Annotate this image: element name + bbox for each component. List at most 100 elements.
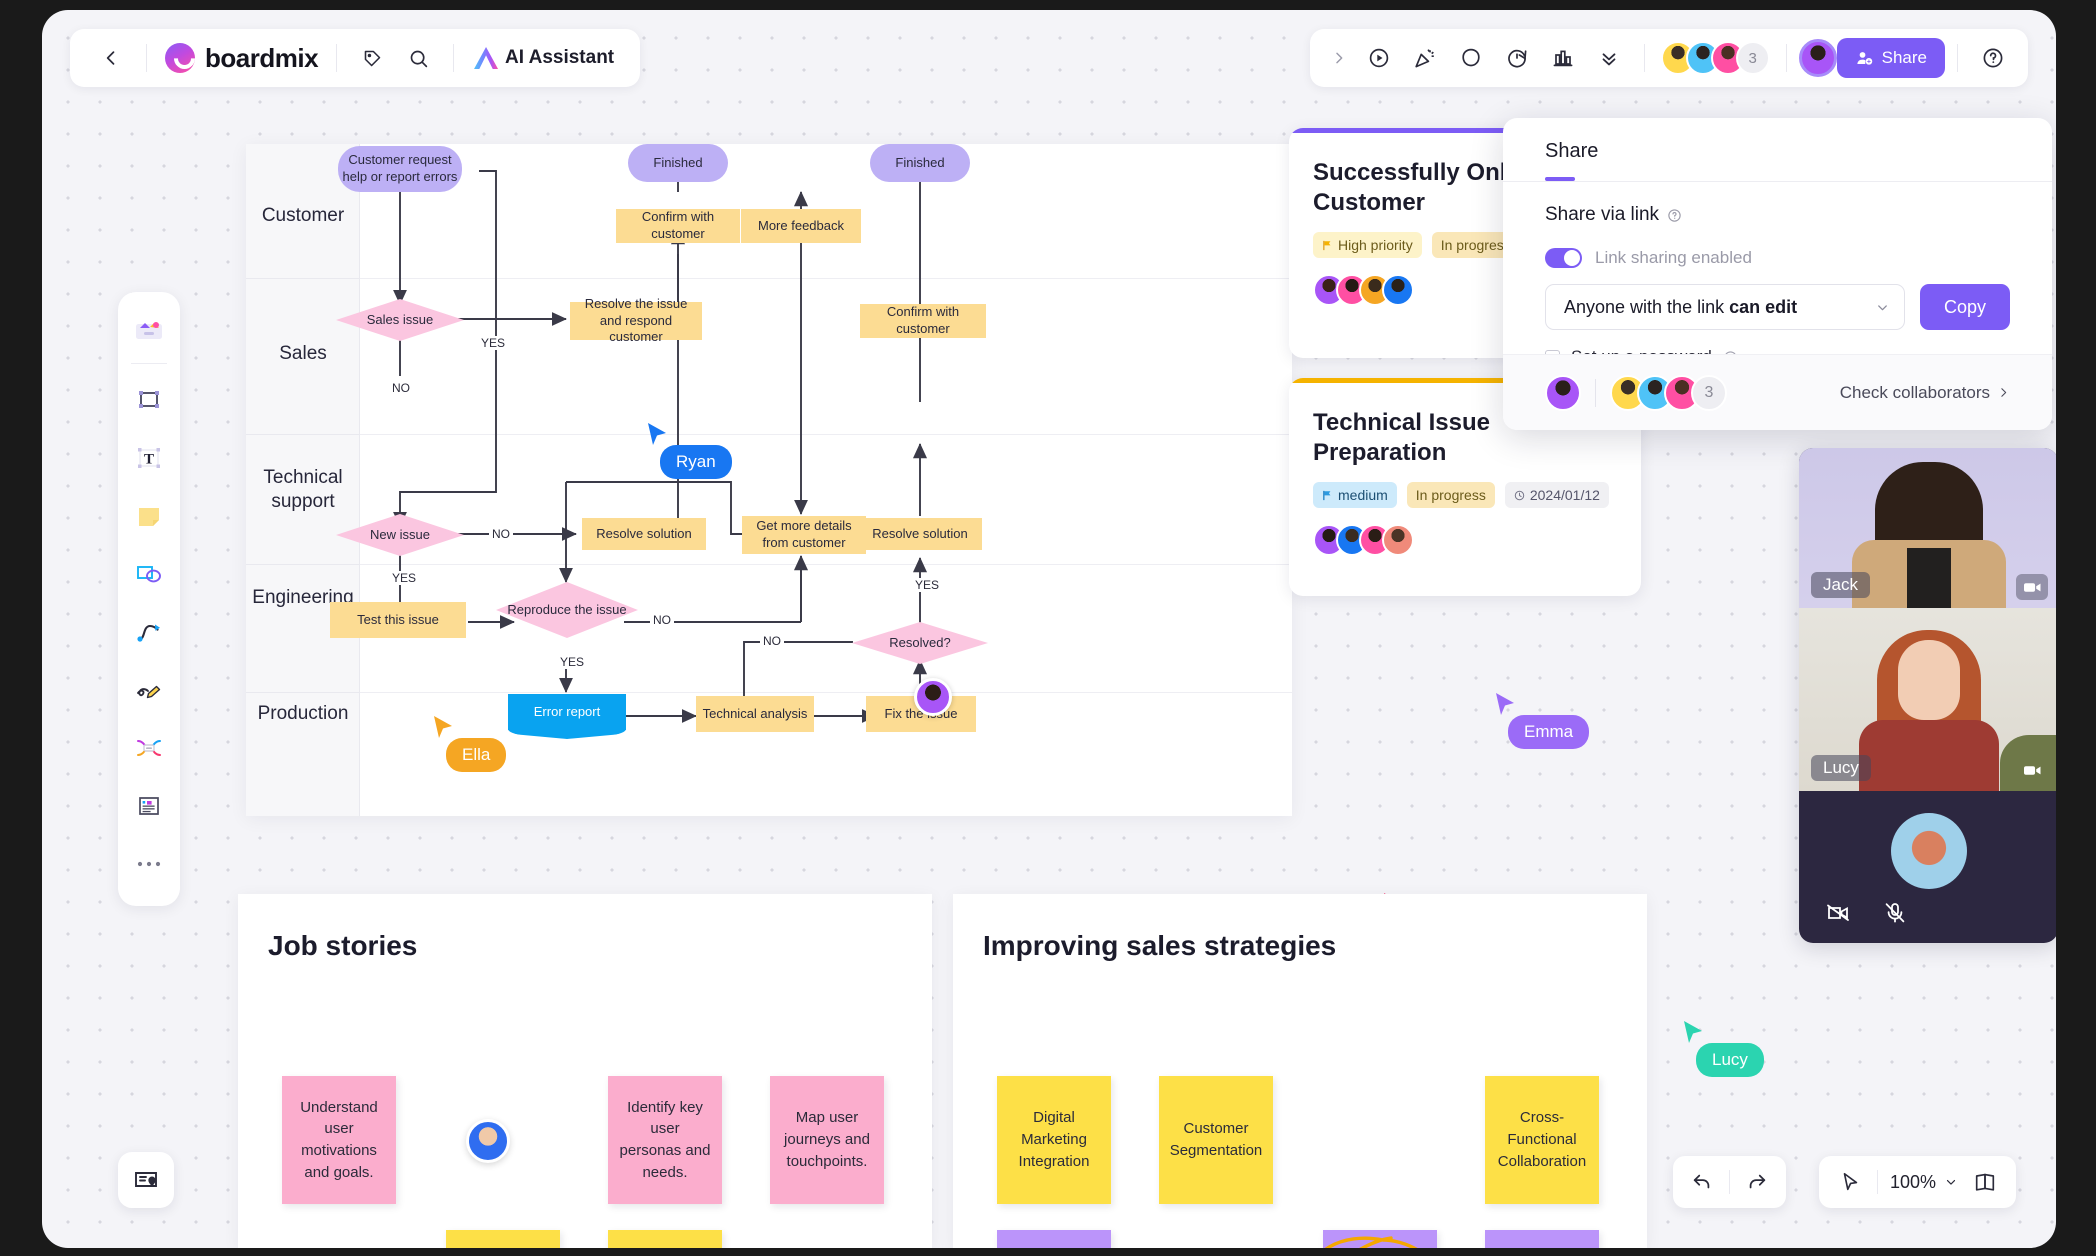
copy-link-button[interactable]: Copy <box>1920 284 2010 330</box>
present-button[interactable] <box>1356 35 1402 81</box>
map-icon <box>1973 1171 1997 1193</box>
video-camera-toggle[interactable] <box>2016 757 2048 783</box>
check-collaborators-link[interactable]: Check collaborators <box>1840 383 2010 403</box>
flow-node-confirm-customer-1[interactable]: Confirm with customer <box>616 209 740 243</box>
flow-node-get-more-details[interactable]: Get more details from customer <box>742 516 866 554</box>
share-button[interactable]: Share <box>1837 38 1945 78</box>
sidebar-item-connector[interactable] <box>123 604 175 660</box>
flow-node-test-this-issue[interactable]: Test this issue <box>330 602 466 638</box>
help-circle-icon <box>1981 46 2005 70</box>
tag-icon <box>362 48 383 69</box>
sidebar-item-text[interactable]: T <box>123 430 175 486</box>
brand-logo-link[interactable]: boardmix <box>159 43 324 74</box>
flow-node-technical-analysis[interactable]: Technical analysis <box>696 696 814 732</box>
board-sales-strategies[interactable]: Improving sales strategies Digital Marke… <box>953 894 1647 1248</box>
expand-toolbar-button[interactable] <box>1322 35 1356 81</box>
share-via-link-text: Share via link <box>1545 204 1659 226</box>
comment-button[interactable] <box>1448 35 1494 81</box>
undo-button[interactable] <box>1681 1161 1723 1203</box>
flag-icon <box>1322 240 1333 251</box>
video-tile-lucy[interactable]: Lucy <box>1799 608 2056 791</box>
map-view-button[interactable] <box>1964 1161 2006 1203</box>
cursor-ryan: Ryan <box>646 422 732 479</box>
sidebar-item-mindmap[interactable] <box>123 720 175 776</box>
flow-node-resolved[interactable]: Resolved? <box>852 622 988 664</box>
sticky-note[interactable]: Identify key user personas and needs. <box>608 1076 722 1204</box>
top-toolbar-right: 3 Share <box>1310 29 2028 87</box>
flow-node-request-help[interactable]: Customer request help or report errors <box>338 146 462 192</box>
toggle-mic-button[interactable] <box>1883 901 1907 930</box>
edge-label-yes-3: YES <box>557 655 587 669</box>
zoom-level-selector[interactable]: 100% <box>1884 1172 1964 1193</box>
flow-node-resolve-solution-1[interactable]: Resolve solution <box>582 518 706 550</box>
sticky-note[interactable]: Iterate and refine job stories. <box>608 1230 722 1248</box>
task-card-avatars <box>1313 524 1617 556</box>
sticky-note[interactable]: Cross-Functional Collaboration <box>1485 1076 1599 1204</box>
video-camera-toggle[interactable] <box>2016 574 2048 600</box>
edge-label-yes-2: YES <box>389 571 419 585</box>
link-sharing-toggle[interactable] <box>1545 248 1582 268</box>
chevron-down-icon <box>1944 1175 1958 1189</box>
present-icon <box>1367 46 1391 70</box>
mindmap-icon <box>133 734 165 762</box>
sticky-note[interactable]: Utilize AI and Analytics <box>1323 1230 1437 1248</box>
cursor-pointer-icon <box>646 422 668 447</box>
sticky-note[interactable]: Customer Segmentation <box>1159 1076 1273 1204</box>
sidebar-item-document[interactable] <box>123 778 175 834</box>
sidebar-item-pen[interactable] <box>123 662 175 718</box>
flow-node-error-report[interactable]: Error report <box>508 694 626 730</box>
video-tile-jack[interactable]: Jack <box>1799 448 2056 608</box>
lane-label-sales: Sales <box>246 342 360 366</box>
vote-button[interactable] <box>1540 35 1586 81</box>
clock-icon <box>1514 490 1525 501</box>
sidebar-item-shapes[interactable] <box>123 546 175 602</box>
more-tools-button[interactable] <box>1586 35 1632 81</box>
sidebar-item-sticky-note[interactable] <box>123 488 175 544</box>
chevrons-down-icon <box>1598 47 1620 69</box>
flowchart-canvas[interactable]: Customer Sales Technical support Enginee… <box>246 144 1292 816</box>
sidebar-item-more[interactable] <box>123 836 175 892</box>
ai-assistant-button[interactable]: AI Assistant <box>466 47 622 69</box>
lane-divider <box>360 278 1292 279</box>
footer-overflow-count: 3 <box>1691 375 1727 411</box>
current-user-avatar[interactable] <box>1799 39 1837 77</box>
pointer-tool-button[interactable] <box>1829 1161 1871 1203</box>
sticky-note[interactable]: Customer Feedback Loop <box>997 1230 1111 1248</box>
flow-node-resolve-respond[interactable]: Resolve the issue and respond customer <box>570 302 702 340</box>
status-badge-progress[interactable]: In progress <box>1407 482 1495 508</box>
help-circle-icon[interactable] <box>1667 208 1682 223</box>
sticky-note[interactable]: Understand user motivations and goals. <box>282 1076 396 1204</box>
divider <box>1957 44 1958 72</box>
flow-node-finished-1[interactable]: Finished <box>628 144 728 182</box>
flow-node-reproduce-issue[interactable]: Reproduce the issue <box>496 582 638 638</box>
tag-button[interactable] <box>349 35 395 81</box>
flow-node-more-feedback[interactable]: More feedback <box>741 209 861 243</box>
redo-button[interactable] <box>1736 1161 1778 1203</box>
board-job-stories[interactable]: Job stories Understand user motivations … <box>238 894 932 1248</box>
minimap-button[interactable] <box>118 1152 174 1208</box>
sticky-note[interactable]: Map user journeys and touchpoints. <box>770 1076 884 1204</box>
help-button[interactable] <box>1970 35 2016 81</box>
sticky-note[interactable]: Prioritize based on impact and feasibili… <box>446 1230 560 1248</box>
toggle-camera-button[interactable] <box>1825 901 1853 930</box>
sticky-note[interactable]: Categorize and Prioritize <box>1485 1230 1599 1248</box>
link-sharing-row: Link sharing enabled <box>1545 248 2010 268</box>
status-badge-priority[interactable]: medium <box>1313 482 1397 508</box>
status-badge-priority[interactable]: High priority <box>1313 232 1422 258</box>
divider <box>1595 379 1596 407</box>
flow-node-finished-2[interactable]: Finished <box>870 144 970 182</box>
back-button[interactable] <box>88 35 134 81</box>
collaborator-avatars[interactable]: 3 <box>1657 41 1774 75</box>
due-date-badge[interactable]: 2024/01/12 <box>1505 482 1609 508</box>
sidebar-item-frame[interactable] <box>123 372 175 428</box>
sidebar-item-templates[interactable] <box>123 302 175 358</box>
timer-icon <box>1505 46 1529 70</box>
timer-button[interactable] <box>1494 35 1540 81</box>
permission-select[interactable]: Anyone with the link can edit <box>1545 284 1905 330</box>
search-icon <box>408 48 429 69</box>
sticky-note[interactable]: Digital Marketing Integration <box>997 1076 1111 1204</box>
celebrate-button[interactable] <box>1402 35 1448 81</box>
flow-node-resolve-solution-2[interactable]: Resolve solution <box>858 518 982 550</box>
search-button[interactable] <box>395 35 441 81</box>
flow-node-confirm-customer-2[interactable]: Confirm with customer <box>860 304 986 338</box>
